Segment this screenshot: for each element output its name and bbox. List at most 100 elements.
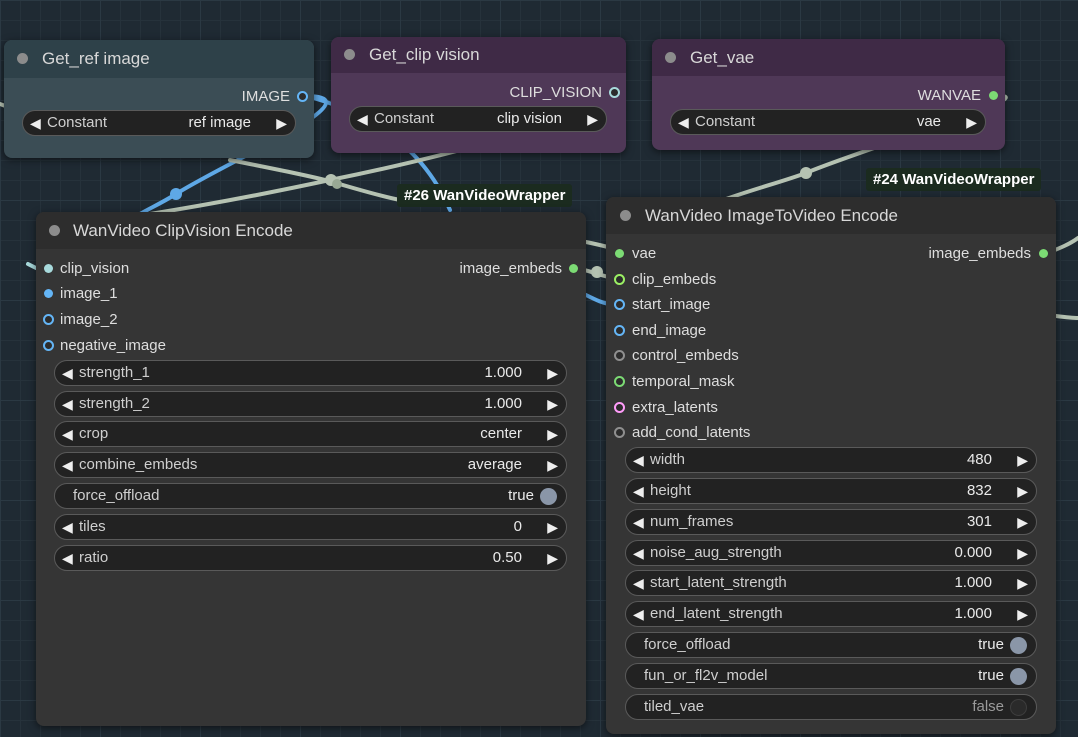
arrow-right-icon[interactable]: ▶ — [966, 110, 977, 134]
arrow-left-icon[interactable]: ◀ — [678, 110, 689, 134]
arrow-left-icon[interactable]: ◀ — [633, 479, 644, 503]
arrow-left-icon[interactable]: ◀ — [357, 107, 368, 131]
collapse-dot-icon[interactable] — [49, 225, 60, 236]
output-label: image_embeds — [928, 245, 1031, 262]
output-slot-dot[interactable] — [569, 264, 578, 273]
collapse-dot-icon[interactable] — [665, 52, 676, 63]
widget-width[interactable]: ◀ width 480 ▶ — [625, 447, 1037, 473]
widget-crop[interactable]: ◀ crop center ▶ — [54, 421, 567, 447]
widget-force-offload[interactable]: force_offload true — [625, 632, 1037, 658]
widget-end-latent-strength[interactable]: ◀ end_latent_strength 1.000 ▶ — [625, 601, 1037, 627]
toggle-knob-icon[interactable] — [540, 488, 557, 505]
output-slot-dot[interactable] — [1039, 249, 1048, 258]
arrow-left-icon[interactable]: ◀ — [633, 602, 644, 626]
input-slot-dot[interactable] — [43, 314, 54, 325]
widget-noise-aug-strength[interactable]: ◀ noise_aug_strength 0.000 ▶ — [625, 540, 1037, 566]
input-slot-dot[interactable] — [43, 340, 54, 351]
arrow-left-icon[interactable]: ◀ — [62, 392, 73, 416]
toggle-knob-icon[interactable] — [1010, 668, 1027, 685]
link-midpoint[interactable] — [591, 266, 603, 278]
input-label: start_image — [632, 296, 711, 313]
widget-combine-embeds[interactable]: ◀ combine_embeds average ▶ — [54, 452, 567, 478]
link-midpoint[interactable] — [170, 188, 182, 200]
constant-widget[interactable]: ◀ Constant vae ▶ — [670, 109, 986, 135]
widget-ratio[interactable]: ◀ ratio 0.50 ▶ — [54, 545, 567, 571]
widget-name: Constant — [47, 114, 108, 131]
constant-widget[interactable]: ◀ Constant clip vision ▶ — [349, 106, 607, 132]
arrow-left-icon[interactable]: ◀ — [62, 361, 73, 385]
widget-tiles[interactable]: ◀ tiles 0 ▶ — [54, 514, 567, 540]
widget-value: 0 — [513, 518, 522, 535]
output-slot-dot[interactable] — [989, 91, 998, 100]
toggle-knob-icon[interactable] — [1010, 699, 1027, 716]
node-get-vae[interactable]: Get_vae WANVAE ◀ Constant vae ▶ — [652, 39, 1005, 150]
widget-name: force_offload — [73, 487, 160, 504]
arrow-right-icon[interactable]: ▶ — [547, 392, 558, 416]
arrow-right-icon[interactable]: ▶ — [547, 515, 558, 539]
widget-name: width — [650, 451, 686, 468]
output-slot-dot[interactable] — [609, 87, 620, 98]
arrow-right-icon[interactable]: ▶ — [547, 546, 558, 570]
input-slot-dot[interactable] — [614, 350, 625, 361]
widget-force-offload[interactable]: force_offload true — [54, 483, 567, 509]
node-imagetovideo-encode[interactable]: WanVideo ImageToVideo Encode vae clip_em… — [606, 197, 1056, 734]
node-badge-26: #26 WanVideoWrapper — [397, 184, 573, 207]
node-clipvision-encode[interactable]: WanVideo ClipVision Encode clip_vision i… — [36, 212, 586, 726]
collapse-dot-icon[interactable] — [344, 49, 355, 60]
link-midpoint[interactable] — [332, 179, 342, 189]
widget-num-frames[interactable]: ◀ num_frames 301 ▶ — [625, 509, 1037, 535]
widget-name: Constant — [374, 110, 435, 127]
widget-name: tiled_vae — [644, 698, 705, 715]
collapse-dot-icon[interactable] — [17, 53, 28, 64]
arrow-left-icon[interactable]: ◀ — [633, 448, 644, 472]
input-slot-dot[interactable] — [614, 299, 625, 310]
node-get-ref-image[interactable]: Get_ref image IMAGE ◀ Constant ref image… — [4, 40, 314, 158]
widget-tiled-vae[interactable]: tiled_vae false — [625, 694, 1037, 720]
arrow-right-icon[interactable]: ▶ — [547, 361, 558, 385]
input-slot-dot[interactable] — [615, 249, 624, 258]
arrow-left-icon[interactable]: ◀ — [62, 422, 73, 446]
input-slot-dot[interactable] — [614, 376, 625, 387]
input-slot-dot[interactable] — [614, 402, 625, 413]
input-label: image_2 — [60, 311, 118, 328]
arrow-right-icon[interactable]: ▶ — [547, 453, 558, 477]
widget-value: clip vision — [496, 110, 562, 127]
link-midpoint[interactable] — [800, 167, 812, 179]
input-label: add_cond_latents — [632, 424, 751, 441]
input-slot-dot[interactable] — [614, 274, 625, 285]
constant-widget[interactable]: ◀ Constant ref image ▶ — [22, 110, 296, 136]
arrow-right-icon[interactable]: ▶ — [587, 107, 598, 131]
arrow-left-icon[interactable]: ◀ — [633, 510, 644, 534]
widget-start-latent-strength[interactable]: ◀ start_latent_strength 1.000 ▶ — [625, 570, 1037, 596]
arrow-right-icon[interactable]: ▶ — [276, 111, 287, 135]
widget-strength-1[interactable]: ◀ strength_1 1.000 ▶ — [54, 360, 567, 386]
widget-height[interactable]: ◀ height 832 ▶ — [625, 478, 1037, 504]
output-slot-dot[interactable] — [297, 91, 308, 102]
arrow-right-icon[interactable]: ▶ — [1017, 479, 1028, 503]
input-slot-dot[interactable] — [44, 264, 53, 273]
input-label: end_image — [632, 322, 707, 339]
arrow-left-icon[interactable]: ◀ — [633, 541, 644, 565]
arrow-right-icon[interactable]: ▶ — [1017, 602, 1028, 626]
arrow-left-icon[interactable]: ◀ — [633, 571, 644, 595]
arrow-right-icon[interactable]: ▶ — [1017, 448, 1028, 472]
arrow-right-icon[interactable]: ▶ — [1017, 571, 1028, 595]
arrow-left-icon[interactable]: ◀ — [62, 546, 73, 570]
node-get-clip-vision[interactable]: Get_clip vision CLIP_VISION ◀ Constant c… — [331, 37, 626, 153]
output-label: IMAGE — [241, 88, 290, 105]
arrow-left-icon[interactable]: ◀ — [62, 515, 73, 539]
input-label: image_1 — [60, 285, 118, 302]
collapse-dot-icon[interactable] — [620, 210, 631, 221]
arrow-right-icon[interactable]: ▶ — [547, 422, 558, 446]
input-slot-dot[interactable] — [614, 325, 625, 336]
input-slot-dot[interactable] — [614, 427, 625, 438]
toggle-knob-icon[interactable] — [1010, 637, 1027, 654]
arrow-left-icon[interactable]: ◀ — [30, 111, 41, 135]
widget-strength-2[interactable]: ◀ strength_2 1.000 ▶ — [54, 391, 567, 417]
arrow-right-icon[interactable]: ▶ — [1017, 510, 1028, 534]
arrow-right-icon[interactable]: ▶ — [1017, 541, 1028, 565]
arrow-left-icon[interactable]: ◀ — [62, 453, 73, 477]
widget-fun-or-fl2v-model[interactable]: fun_or_fl2v_model true — [625, 663, 1037, 689]
input-slot-dot[interactable] — [44, 289, 53, 298]
widget-value: center — [480, 425, 522, 442]
